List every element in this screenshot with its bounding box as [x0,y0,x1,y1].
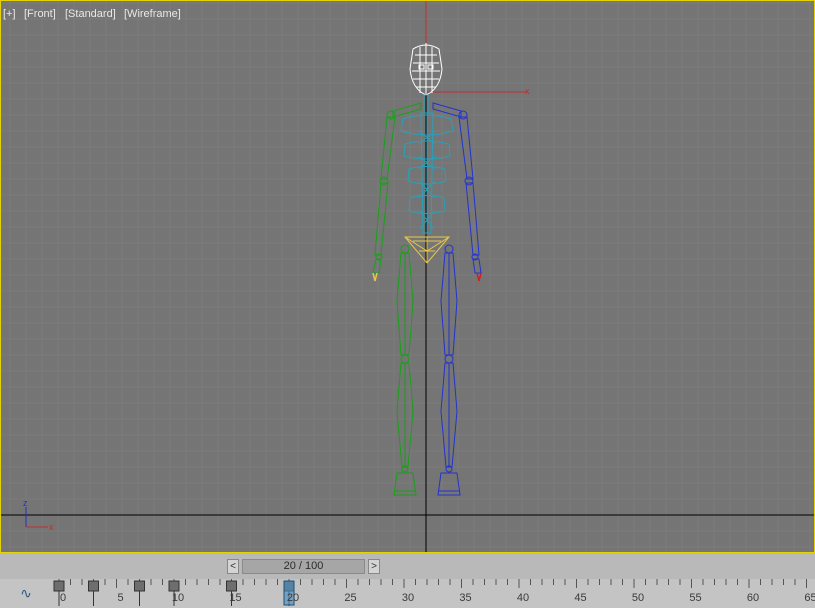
viewport-pov-label[interactable]: [Front] [24,8,56,20]
previous-frame-button[interactable]: < [227,559,239,574]
axis-z-label: z [23,498,28,508]
ruler-tick-label: 25 [344,592,357,604]
keyframe-marker[interactable] [226,580,237,592]
keyframe-marker[interactable] [88,580,99,592]
next-frame-button[interactable]: > [368,559,380,574]
ruler-tick-label: 30 [401,592,415,604]
viewport-canvas[interactable]: x z x [1,1,815,553]
keyframe-marker[interactable] [134,580,145,592]
ruler-tick-label: 65 [804,592,815,604]
viewport-shading-mode-label[interactable]: [Standard] [65,8,116,20]
biped-right-leg[interactable] [437,244,461,496]
time-slider-handle[interactable]: 20 / 100 [242,559,365,574]
ruler-tick-label: 60 [746,592,760,604]
left-hand-marker[interactable] [372,272,378,282]
biped-left-leg[interactable] [393,244,417,496]
gizmo-x-label: x [525,86,530,96]
ruler-tick-label: 35 [459,592,472,604]
keyframe-marker[interactable] [168,580,180,592]
track-bar[interactable]: ∿ 0 5 10 15 20 25 30 35 40 45 50 55 60 65 [0,579,815,608]
ruler-tick-label: 20 [286,592,300,604]
time-slider-bar: < 20 / 100 > [0,553,815,579]
ruler-tick-label: 55 [689,592,702,604]
right-hand-marker[interactable] [476,272,482,282]
biped-spine[interactable] [400,94,454,234]
ruler-tick-label: 45 [574,592,587,604]
keyframe-marker[interactable] [53,580,65,592]
front-viewport[interactable]: x z x [+] [Front] [Standard] [Wireframe] [0,0,815,553]
ruler-tick-label: 40 [516,592,530,604]
ruler-tick-label: 5 [117,592,124,604]
ruler-tick-label: 10 [171,592,185,604]
viewport-menu-plus[interactable]: [+] [3,8,16,20]
ruler-tick-label: 15 [229,592,242,604]
viewport-display-mode-label[interactable]: [Wireframe] [124,8,181,20]
ruler-tick-label: 0 [59,592,67,604]
axis-x-label: x [49,522,54,532]
ruler-tick-label: 50 [631,592,645,604]
